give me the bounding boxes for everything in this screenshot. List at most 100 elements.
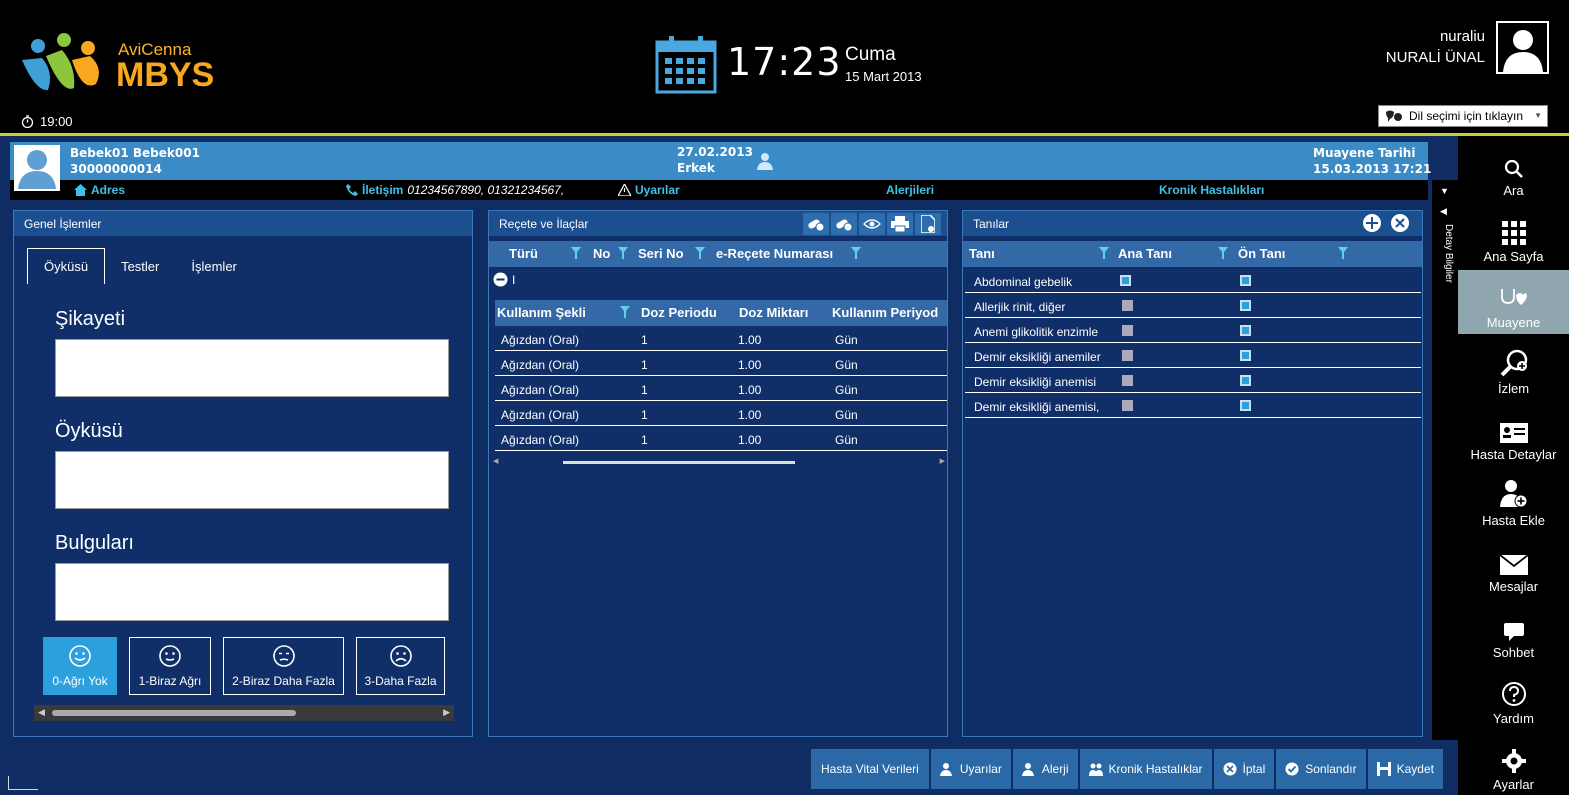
sidebar-item-yardim[interactable]: Yardım [1458,666,1569,730]
eye-button[interactable] [859,213,885,235]
column-header[interactable]: Doz Periodu [641,305,717,320]
contact-link[interactable]: İletişim 01234567890, 01321234567, [346,183,564,197]
horizontal-scrollbar[interactable]: ◀ ▶ [34,705,454,721]
pre-diagnosis-checkbox[interactable] [1240,350,1251,361]
vital-data-button[interactable]: Hasta Vital Verileri [811,749,929,789]
horizontal-scrollbar[interactable]: ◀ ▶ [491,458,947,467]
table-row[interactable]: Ağızdan (Oral) 1 1.00 Gün [495,401,947,426]
pain-level-3[interactable]: 3-Daha Fazla [356,637,445,695]
add-diagnosis-icon[interactable] [1362,213,1382,233]
main-diagnosis-checkbox[interactable] [1122,400,1133,411]
pain-level-1[interactable]: 1-Biraz Ağrı [129,637,211,695]
warnings-button[interactable]: Uyarılar [930,749,1011,789]
pain-level-2[interactable]: 2-Biraz Daha Fazla [223,637,344,695]
main-diagnosis-checkbox[interactable] [1120,275,1131,286]
user-info[interactable]: nuraliu NURALİ ÜNAL [1386,28,1485,66]
column-header[interactable]: Türü [509,246,538,261]
complaint-field[interactable] [55,339,449,397]
main-diagnosis-checkbox[interactable] [1122,325,1133,336]
chronic-diseases-link[interactable]: Kronik Hastalıkları [1159,183,1264,197]
add-medicine-button[interactable] [803,213,829,235]
filter-icon[interactable] [1099,247,1109,259]
pre-diagnosis-checkbox[interactable] [1240,400,1251,411]
collapse-icon[interactable] [493,272,508,287]
sidebar-item-izlem[interactable]: İzlem [1458,336,1569,400]
table-row[interactable]: Demir eksikliği anemisi [965,368,1421,393]
cell-period: 1 [641,358,648,372]
address-link[interactable]: Adres [74,183,125,197]
warnings-link[interactable]: Uyarılar [618,183,680,197]
pre-diagnosis-checkbox[interactable] [1240,300,1251,311]
print-button[interactable] [887,213,913,235]
pre-diagnosis-checkbox[interactable] [1240,375,1251,386]
history-field[interactable] [55,451,449,509]
column-header[interactable]: e-Reçete Numarası [716,246,833,261]
top-bar: AviCenna MBYS 19:00 17:23 Cuma 15 Mart 2… [0,0,1569,133]
table-row[interactable]: Abdominal gebelik [965,268,1421,293]
column-header[interactable]: Kullanım Periyod [832,305,938,320]
table-row[interactable]: Demir eksikliği anemiler [965,343,1421,368]
language-select[interactable]: Dil seçimi için tıklayın ▼ [1378,105,1548,127]
table-row[interactable]: Ağızdan (Oral) 1 1.00 Gün [495,351,947,376]
findings-field[interactable] [55,563,449,621]
tab-oykusu[interactable]: Öyküsü [27,248,106,284]
exam-date-value: 15.03.2013 17:21 [1313,162,1432,176]
pain-level-0[interactable]: 0-Ağrı Yok [43,637,117,695]
remove-diagnosis-icon[interactable] [1390,213,1410,233]
cancel-button[interactable]: İptal [1213,749,1275,789]
column-header[interactable]: Seri No [638,246,684,261]
sidebar-item-sohbet[interactable]: Sohbet [1458,600,1569,664]
table-row[interactable]: Demir eksikliği anemisi, [965,393,1421,418]
save-button[interactable]: Kaydet [1367,749,1443,789]
sidebar-item-ayarlar[interactable]: Ayarlar [1458,732,1569,795]
tab-strip: Öyküsü Testler İşlemler [27,248,253,284]
sidebar-item-hasta-detaylar[interactable]: Hasta Detaylar [1458,402,1569,466]
pre-diagnosis-checkbox[interactable] [1240,275,1251,286]
main-diagnosis-checkbox[interactable] [1122,350,1133,361]
sidebar-label: Ara [1503,183,1524,198]
filter-icon[interactable] [620,306,630,318]
remove-medicine-button[interactable] [831,213,857,235]
finish-button[interactable]: Sonlandır [1276,749,1366,789]
detail-toggle-strip[interactable]: ▼ ◀ Detay Bilgiler [1432,180,1458,740]
table-row[interactable]: Anemi glikolitik enzimle [965,318,1421,343]
pre-diagnosis-checkbox[interactable] [1240,325,1251,336]
column-header[interactable]: Ön Tanı [1238,246,1285,261]
filter-icon[interactable] [1338,247,1348,259]
sidebar-item-mesajlar[interactable]: Mesajlar [1458,534,1569,598]
allergies-link[interactable]: Alerjileri [886,183,934,197]
tab-islemler[interactable]: İşlemler [175,248,253,284]
column-header[interactable]: Tanı [969,246,995,261]
table-row[interactable]: Ağızdan (Oral) 1 1.00 Gün [495,376,947,401]
column-header[interactable]: Ana Tanı [1118,246,1172,261]
column-header[interactable]: Kullanım Şekli [497,305,586,320]
main-diagnosis-checkbox[interactable] [1122,375,1133,386]
scrollbar-thumb[interactable] [52,710,296,716]
user-avatar[interactable] [1496,21,1549,74]
collapse-row[interactable]: I [493,272,515,287]
main-diagnosis-checkbox[interactable] [1122,300,1133,311]
filter-icon[interactable] [695,247,705,259]
chronic-diseases-button[interactable]: Kronik Hastalıklar [1079,749,1212,789]
scrollbar-thumb[interactable] [563,461,795,464]
sidebar-item-hasta-ekle[interactable]: Hasta Ekle [1458,468,1569,532]
filter-icon[interactable] [1218,247,1228,259]
document-button[interactable] [915,213,941,235]
allergy-button[interactable]: Alerji [1012,749,1078,789]
chronic-label: Kronik Hastalıkları [1159,183,1265,197]
cell-usage: Ağızdan (Oral) [501,383,580,397]
tab-testler[interactable]: Testler [105,248,175,284]
column-header[interactable]: No [593,246,610,261]
table-row[interactable]: Ağızdan (Oral) 1 1.00 Gün [495,326,947,351]
sidebar-item-ana-sayfa[interactable]: Ana Sayfa [1458,204,1569,268]
column-header[interactable]: Doz Miktarı [739,305,808,320]
filter-icon[interactable] [618,247,628,259]
sidebar-item-ara[interactable]: Ara [1458,138,1569,202]
filter-icon[interactable] [851,247,861,259]
sidebar-item-muayene[interactable]: Muayene [1458,270,1569,334]
table-row[interactable]: Allerjik rinit, diğer [965,293,1421,318]
filter-icon[interactable] [571,247,581,259]
table-row[interactable]: Ağızdan (Oral) 1 1.00 Gün [495,426,947,451]
cell-diagnosis: Demir eksikliği anemiler [974,350,1101,364]
diagnoses-toolbar [1362,213,1410,233]
